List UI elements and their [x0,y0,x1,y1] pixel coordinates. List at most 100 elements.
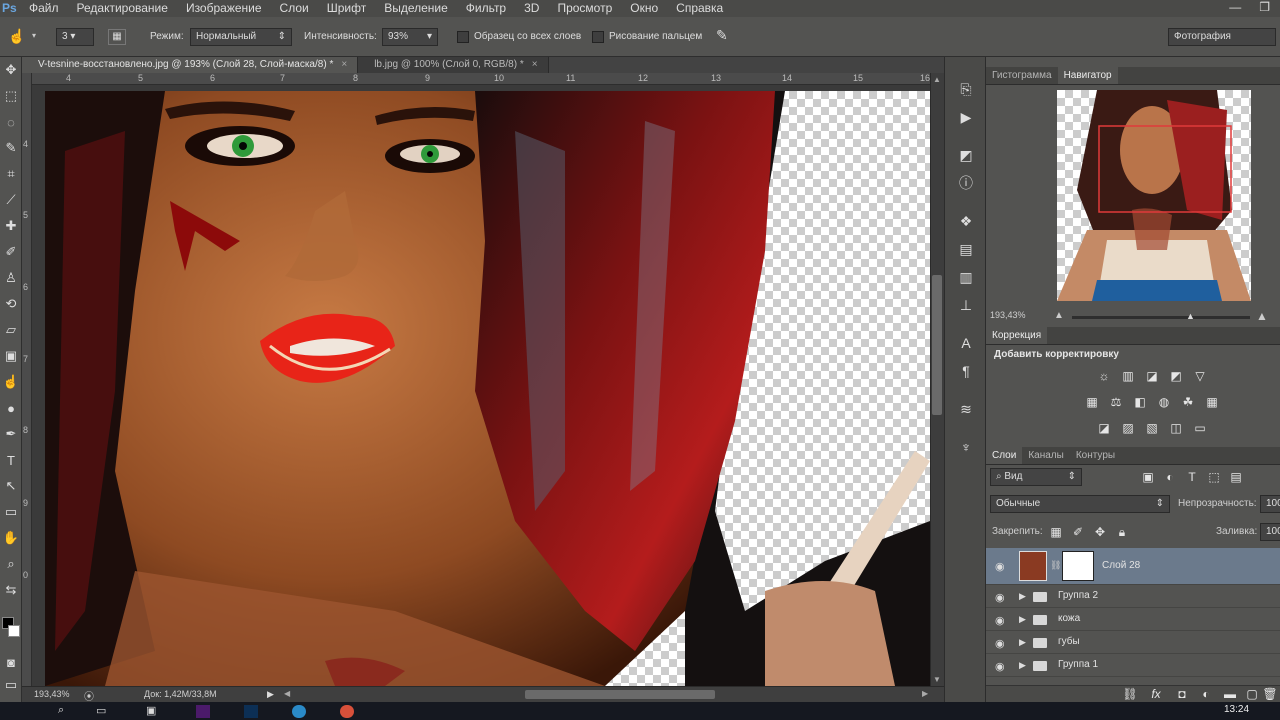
eraser-tool-icon[interactable]: ▱ [0,317,22,343]
horizontal-scroll-thumb[interactable] [525,690,715,699]
menu-window[interactable]: Окно [621,0,667,17]
lock-all-icon[interactable]: 🔒︎ [1114,525,1130,539]
exposure-icon[interactable]: ◩ [1168,369,1184,383]
smudge-tool-icon[interactable]: ☝ [8,28,25,45]
visibility-eye-icon[interactable]: ◉ [995,637,1005,650]
fx-icon[interactable]: fx [1148,687,1164,701]
smudge-tool-icon[interactable]: ☝ [0,369,22,395]
navigator-zoom[interactable]: 193,43% [990,310,1026,320]
pen-tool-icon[interactable]: ✒ [0,421,22,447]
menu-edit[interactable]: Редактирование [68,0,177,17]
pressure-icon[interactable]: ✎ [716,27,728,44]
filter-smart-icon[interactable]: ▤ [1228,470,1244,484]
brush-icon[interactable]: ♆ [945,433,987,461]
close-icon[interactable]: × [532,59,538,70]
tool-presets-icon[interactable]: ⊥ [945,291,987,319]
color-lookup-icon[interactable]: ▦ [1204,395,1220,409]
character-icon[interactable]: A [945,329,987,357]
delete-layer-icon[interactable]: 🗑︎ [1262,687,1278,701]
menu-help[interactable]: Справка [667,0,732,17]
quick-select-tool-icon[interactable]: ✎ [0,135,22,161]
minimize-button[interactable]: — [1229,0,1241,14]
new-group-icon[interactable]: ▬ [1222,687,1238,701]
layer-mask-thumbnail[interactable] [1062,551,1094,581]
tab-channels[interactable]: Каналы [1022,447,1070,464]
curves-icon[interactable]: ◪ [1144,369,1160,383]
lock-transparency-icon[interactable]: ▦ [1048,525,1064,539]
sample-all-checkbox[interactable] [457,31,469,43]
navigator-thumbnail[interactable] [1057,90,1251,301]
history-icon[interactable]: ⎘ [945,75,987,103]
filter-adjustment-icon[interactable]: ◐ [1162,470,1178,484]
brush-size-picker[interactable]: 3 ▾ [56,28,94,46]
layer-row-selected[interactable]: ◉ ⛓ Слой 28 [986,548,1280,585]
layer-name[interactable]: кожа [1058,613,1080,624]
layer-name[interactable]: Группа 2 [1058,590,1098,601]
lasso-tool-icon[interactable]: ◌ [0,109,22,135]
tab-adjustments[interactable]: Коррекция [986,327,1048,344]
info-icon[interactable]: ⓘ [945,169,987,197]
opacity-input[interactable]: 100 [1260,495,1280,513]
new-layer-icon[interactable]: ▢ [1244,687,1260,701]
clock[interactable]: 13:24 [1224,704,1249,715]
chevron-down-icon[interactable]: ▾ [32,31,36,40]
layer-filter-select[interactable]: ⌕ Вид ⇕ [990,468,1082,486]
scroll-down-icon[interactable]: ▼ [933,675,941,684]
restore-button[interactable]: ❐ [1259,0,1270,14]
filter-shape-icon[interactable]: ⬚ [1206,470,1222,484]
doc-info-icon[interactable]: ⦿ [84,688,94,703]
dodge-tool-icon[interactable]: ● [0,395,22,421]
artwork-image[interactable] [45,91,930,686]
visibility-eye-icon[interactable]: ◉ [995,560,1005,573]
filter-pixel-icon[interactable]: ▣ [1140,470,1156,484]
zoom-out-icon[interactable]: ▲ [1054,310,1064,321]
selective-color-icon[interactable]: ◫ [1168,421,1184,435]
paragraph-icon[interactable]: ¶ [945,357,987,385]
channel-mixer-icon[interactable]: ☘ [1180,395,1196,409]
gradient-map-icon[interactable]: ▭ [1192,421,1208,435]
filter-type-icon[interactable]: T [1184,470,1200,484]
tab-paths[interactable]: Контуры [1070,447,1121,464]
zoom-slider-track[interactable] [1072,316,1250,319]
marquee-tool-icon[interactable]: ⬚ [0,83,22,109]
lock-position-icon[interactable]: ✥ [1092,525,1108,539]
move-tool-icon[interactable]: ✥ [0,57,22,83]
3d-icon[interactable]: ❖ [945,207,987,235]
stamp-tool-icon[interactable]: ♙ [0,265,22,291]
lock-pixels-icon[interactable]: ✐ [1070,525,1086,539]
levels-icon[interactable]: ▥ [1120,369,1136,383]
zoom-tool-icon[interactable]: ⌕ [0,551,22,577]
color-balance-icon[interactable]: ⚖ [1108,395,1124,409]
add-mask-icon[interactable]: ◘ [1174,687,1190,701]
crop-tool-icon[interactable]: ⌗ [0,161,22,187]
tab-layers[interactable]: Слои [986,447,1023,464]
menu-view[interactable]: Просмотр [548,0,621,17]
menu-image[interactable]: Изображение [177,0,271,17]
layer-name[interactable]: губы [1058,636,1080,647]
fill-input[interactable]: 100 [1260,523,1280,541]
tab-histogram[interactable]: Гистограмма [986,67,1058,84]
skype-icon[interactable] [292,705,306,718]
workspace-select[interactable]: Фотография [1168,28,1276,46]
scroll-left-icon[interactable]: ◀ [284,689,290,698]
hue-saturation-icon[interactable]: ▦ [1084,395,1100,409]
zoom-slider-handle[interactable]: ▲ [1186,311,1195,321]
zoom-level[interactable]: 193,43% [34,689,70,699]
type-tool-icon[interactable]: T [0,447,22,473]
zoom-in-icon[interactable]: ▲ [1256,309,1268,323]
brush-tool-icon[interactable]: ✐ [0,239,22,265]
visibility-eye-icon[interactable]: ◉ [995,614,1005,627]
status-menu-arrow-icon[interactable]: ▶ [267,689,274,700]
browser-icon[interactable] [340,705,354,718]
brush-presets-icon[interactable]: ≋ [945,395,987,423]
visibility-eye-icon[interactable]: ◉ [995,660,1005,673]
strength-input[interactable]: 93% ▾ [382,28,438,46]
menu-filter[interactable]: Фильтр [457,0,515,17]
path-select-tool-icon[interactable]: ↖ [0,473,22,499]
finger-painting-checkbox[interactable] [592,31,604,43]
visibility-eye-icon[interactable]: ◉ [995,591,1005,604]
expand-triangle-icon[interactable]: ▶ [1019,614,1026,625]
expand-triangle-icon[interactable]: ▶ [1019,637,1026,648]
healing-tool-icon[interactable]: ✚ [0,213,22,239]
vertical-scroll-thumb[interactable] [932,275,942,415]
